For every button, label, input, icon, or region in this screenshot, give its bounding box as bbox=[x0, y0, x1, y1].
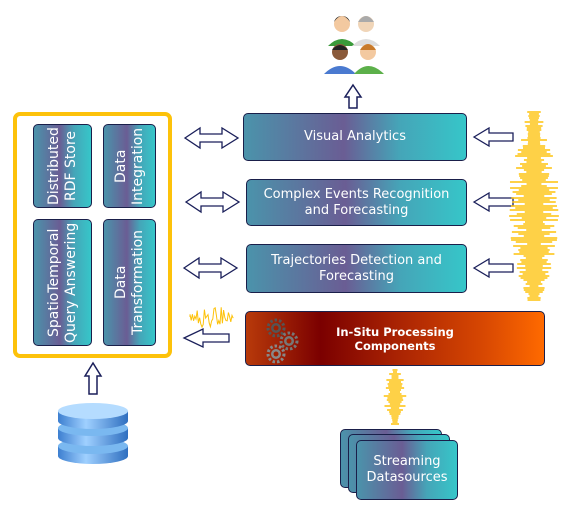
up-arrow-icon bbox=[343, 83, 363, 109]
data-transformation: Data Transformation bbox=[103, 219, 156, 346]
users-icon bbox=[324, 16, 384, 74]
label: Streaming Datasources bbox=[366, 454, 448, 485]
gears-icon bbox=[266, 318, 299, 364]
streaming-datasources: Streaming Datasources bbox=[356, 440, 458, 500]
signal-wave-icon bbox=[509, 111, 559, 301]
signal-wave-icon bbox=[189, 307, 234, 329]
double-arrow-icon bbox=[182, 256, 239, 280]
label: Distributed RDF Store bbox=[45, 127, 79, 205]
label: In-Situ Processing Components bbox=[336, 324, 454, 353]
complex-events-module: Complex Events Recognition and Forecasti… bbox=[246, 179, 467, 226]
visual-analytics-module: Visual Analytics bbox=[243, 113, 467, 161]
double-arrow-icon bbox=[184, 190, 241, 214]
label: Trajectories Detection and Forecasting bbox=[271, 252, 442, 284]
left-arrow-icon bbox=[182, 327, 230, 349]
double-arrow-icon bbox=[183, 126, 240, 150]
label: Complex Events Recognition and Forecasti… bbox=[263, 186, 450, 218]
database-icon bbox=[58, 403, 128, 464]
trajectories-module: Trajectories Detection and Forecasting bbox=[246, 244, 467, 293]
up-arrow-icon bbox=[83, 361, 103, 395]
label: Data Integration bbox=[112, 127, 146, 205]
signal-wave-icon bbox=[383, 369, 407, 425]
data-integration: Data Integration bbox=[103, 124, 156, 208]
distributed-rdf-store: Distributed RDF Store bbox=[33, 124, 92, 208]
label: SpatioTemporal Query Answering bbox=[45, 222, 79, 343]
label: Data Transformation bbox=[112, 229, 146, 336]
spatiotemporal-query-answering: SpatioTemporal Query Answering bbox=[33, 219, 92, 346]
label: Visual Analytics bbox=[304, 129, 406, 144]
